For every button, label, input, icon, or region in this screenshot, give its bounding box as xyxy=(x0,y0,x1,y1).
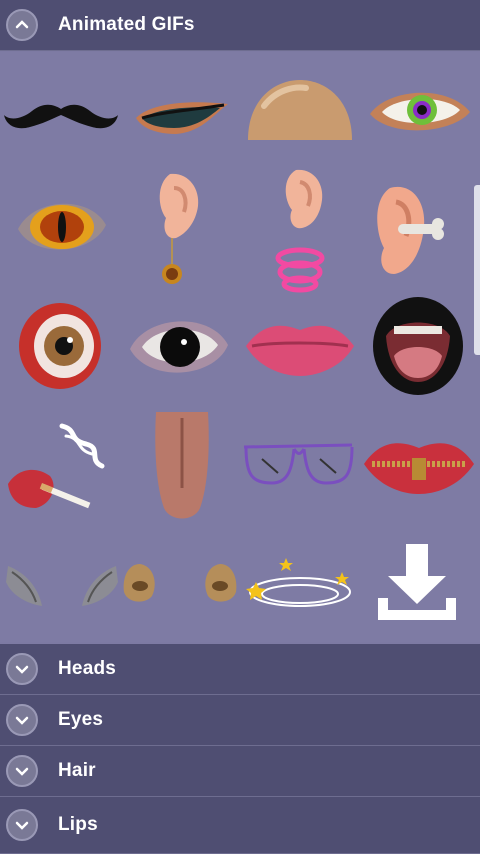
ear-earring-sticker[interactable] xyxy=(148,170,204,288)
chevron-down-icon[interactable] xyxy=(6,653,38,685)
wing-right-sticker[interactable] xyxy=(80,562,120,608)
section-header-animated-gifs[interactable]: Animated GIFs xyxy=(0,0,480,51)
section-header-heads[interactable]: Heads xyxy=(0,644,480,695)
scrollbar[interactable] xyxy=(474,185,480,355)
wing-left-sticker[interactable] xyxy=(4,562,44,608)
sticker-grid xyxy=(0,52,480,642)
pink-lips-sticker[interactable] xyxy=(244,314,356,380)
eye-liner-sticker[interactable] xyxy=(132,94,232,142)
section-header-lips[interactable]: Lips xyxy=(0,797,480,854)
download-icon[interactable] xyxy=(376,542,458,622)
open-mouth-sticker[interactable] xyxy=(372,296,464,396)
nostril-left-sticker[interactable] xyxy=(122,562,158,604)
section-header-eyes[interactable]: Eyes xyxy=(0,695,480,746)
section-title: Heads xyxy=(58,658,117,679)
section-title: Hair xyxy=(58,760,96,781)
dragon-eye-sticker[interactable] xyxy=(16,192,108,264)
chevron-up-icon[interactable] xyxy=(6,9,38,41)
bald-head-sticker[interactable] xyxy=(244,76,356,144)
ear-pink-ring-sticker[interactable] xyxy=(270,168,332,293)
chevron-down-icon[interactable] xyxy=(6,755,38,787)
nostril-right-sticker[interactable] xyxy=(202,562,238,604)
red-eyeball-sticker[interactable] xyxy=(18,302,102,390)
section-title: Animated GIFs xyxy=(58,14,195,35)
zipper-lips-sticker[interactable] xyxy=(362,432,476,498)
black-eye-sticker[interactable] xyxy=(128,308,230,388)
section-title: Eyes xyxy=(58,709,104,730)
dizzy-stars-sticker[interactable] xyxy=(244,558,354,614)
mustache-sticker[interactable] xyxy=(2,92,120,142)
lips-cigarette-sticker[interactable] xyxy=(6,420,116,516)
green-eye-sticker[interactable] xyxy=(368,82,472,142)
section-title: Lips xyxy=(58,814,98,835)
glasses-sticker[interactable] xyxy=(240,438,358,490)
ear-with-bone-sticker[interactable] xyxy=(372,182,448,278)
chevron-down-icon[interactable] xyxy=(6,809,38,841)
section-header-hair[interactable]: Hair xyxy=(0,746,480,797)
tongue-sticker[interactable] xyxy=(152,408,212,522)
chevron-down-icon[interactable] xyxy=(6,704,38,736)
